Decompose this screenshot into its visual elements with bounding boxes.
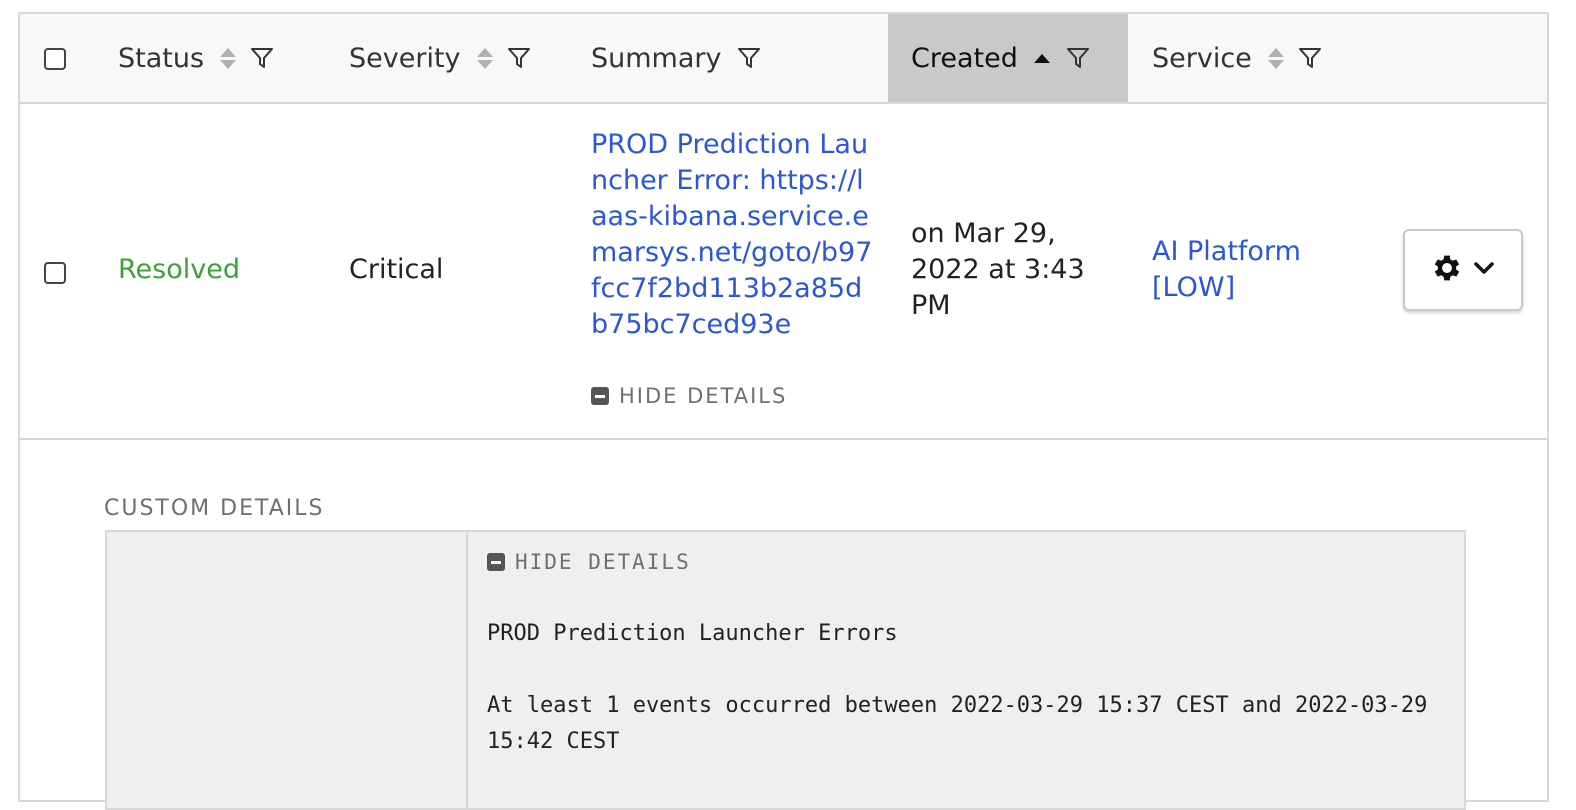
filter-icon[interactable] [250,46,274,70]
details-body: At least 1 events occurred between 2022-… [487,693,1441,754]
custom-details-panel: HIDE DETAILS PROD Prediction Launcher Er… [105,530,1466,810]
column-header-created[interactable]: Created [911,38,1090,78]
status-value: Resolved [118,254,240,285]
sort-ascending-icon[interactable] [1033,53,1050,63]
sort-icon[interactable] [220,47,237,69]
select-all-checkbox[interactable] [44,48,66,70]
column-label: Service [1152,42,1252,74]
sort-icon[interactable] [1267,47,1284,69]
column-header-summary[interactable]: Summary [591,38,761,78]
filter-icon[interactable] [1066,46,1090,70]
actions-dropdown-button[interactable] [1403,229,1523,311]
custom-details-heading: CUSTOM DETAILS [104,496,325,521]
incident-summary-link[interactable]: PROD Prediction Launcher Error: https://… [591,127,876,343]
filter-icon[interactable] [507,46,531,70]
column-label: Severity [349,42,461,74]
chevron-down-icon [1472,256,1496,284]
details-column-divider [466,532,468,808]
column-label: Summary [591,42,722,74]
collapse-icon [591,387,609,405]
incidents-table: Status Severity Summary Created Service … [18,12,1549,810]
details-hide-label: HIDE DETAILS [515,550,691,574]
table-header: Status Severity Summary Created Service [20,14,1547,104]
sort-icon[interactable] [476,47,493,69]
details-hide-toggle[interactable]: HIDE DETAILS [487,550,691,574]
filter-icon[interactable] [1298,46,1322,70]
column-header-service[interactable]: Service [1152,38,1322,78]
details-title: PROD Prediction Launcher Errors [487,621,898,646]
severity-value: Critical [349,254,444,285]
row-checkbox[interactable] [44,262,66,284]
column-label: Status [118,42,205,74]
row-divider [20,438,1547,440]
collapse-icon [487,553,505,571]
gear-icon [1430,251,1464,289]
service-link[interactable]: AI Platform [LOW] [1152,234,1342,306]
hide-details-toggle[interactable]: HIDE DETAILS [591,384,787,408]
hide-details-label: HIDE DETAILS [619,384,788,408]
column-header-severity[interactable]: Severity [349,38,531,78]
column-label: Created [911,42,1018,74]
filter-icon[interactable] [737,46,761,70]
column-header-status[interactable]: Status [118,38,274,78]
created-timestamp: on Mar 29, 2022 at 3:43 PM [911,218,1085,321]
